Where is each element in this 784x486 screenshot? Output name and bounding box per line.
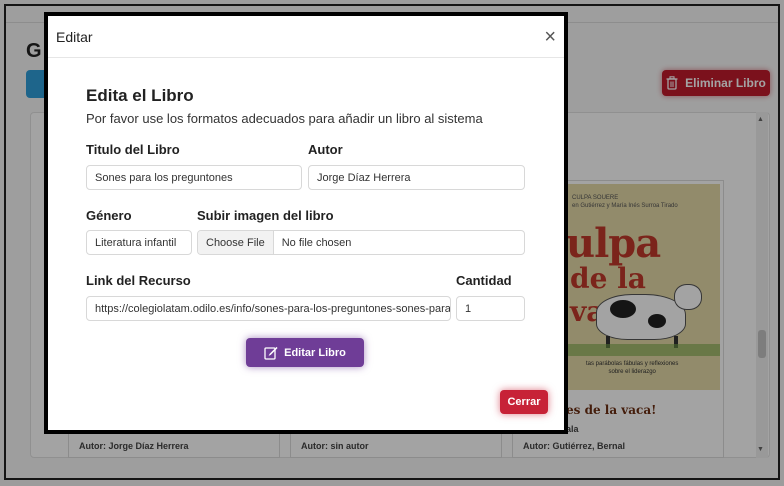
form-subheading: Por favor use los formatos adecuados par…: [86, 111, 483, 126]
file-status: No file chosen: [281, 236, 352, 249]
edit-book-modal: Editar × Edita el Libro Por favor use lo…: [44, 12, 568, 434]
genre-label: Género: [86, 208, 132, 223]
image-upload-input[interactable]: Choose File No file chosen: [197, 230, 525, 255]
form-heading: Edita el Libro: [86, 86, 194, 105]
genre-input[interactable]: Literatura infantil: [86, 230, 192, 255]
title-label: Titulo del Libro: [86, 142, 180, 157]
quantity-label: Cantidad: [456, 273, 512, 288]
close-button[interactable]: Cerrar: [500, 390, 548, 414]
image-upload-label: Subir imagen del libro: [197, 208, 334, 223]
link-label: Link del Recurso: [86, 273, 191, 288]
close-icon[interactable]: ×: [544, 27, 556, 47]
modal-header: Editar ×: [48, 16, 564, 58]
edit-book-label: Editar Libro: [284, 346, 346, 359]
edit-icon: [264, 346, 278, 360]
quantity-input[interactable]: 1: [456, 296, 525, 321]
modal-title: Editar: [56, 28, 93, 45]
edit-book-button[interactable]: Editar Libro: [246, 338, 364, 367]
choose-file-button[interactable]: Choose File: [198, 231, 274, 254]
author-input[interactable]: Jorge Díaz Herrera: [308, 165, 525, 190]
title-input[interactable]: Sones para los preguntones: [86, 165, 302, 190]
link-input[interactable]: https://colegiolatam.odilo.es/info/sones…: [86, 296, 451, 321]
author-label: Autor: [308, 142, 343, 157]
